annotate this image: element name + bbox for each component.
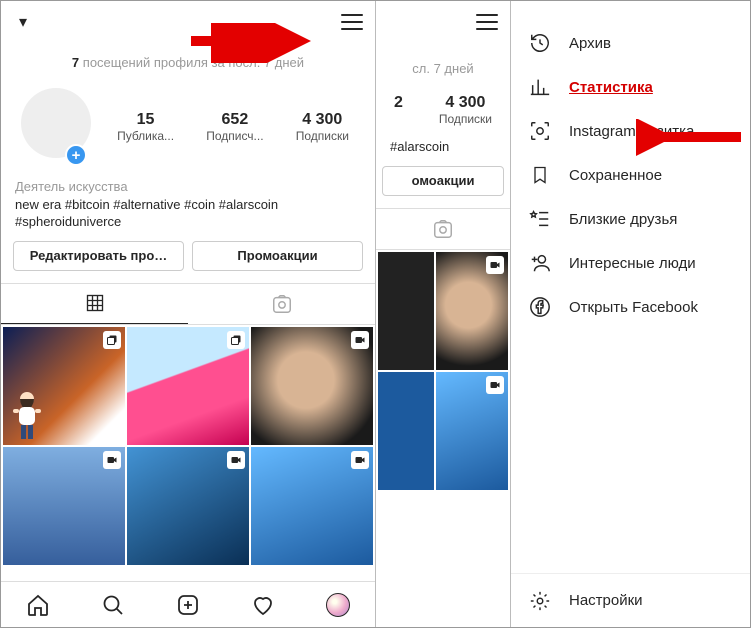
profile-screen-partial: сл. 7 дней 2 4 300Подписки #alarscoin ом…: [376, 1, 511, 627]
facebook-icon: [529, 296, 551, 318]
gear-icon: [529, 590, 551, 612]
post-thumbnail[interactable]: [3, 447, 125, 565]
posts-counter[interactable]: 15Публика...: [117, 111, 174, 143]
video-icon: [103, 451, 121, 469]
grid-tab[interactable]: [1, 284, 188, 324]
edit-profile-button[interactable]: Редактировать про…: [13, 241, 184, 271]
menu-item-facebook[interactable]: Открыть Facebook: [511, 285, 750, 329]
following-counter[interactable]: 4 300Подписки: [296, 111, 349, 143]
bookmark-icon: [529, 164, 551, 186]
followers-counter[interactable]: 2: [394, 94, 403, 126]
chart-icon: [529, 76, 551, 98]
star-list-icon: [529, 208, 551, 230]
chevron-down-icon: ▾: [19, 12, 27, 32]
post-thumbnail[interactable]: [436, 252, 508, 370]
home-icon[interactable]: [26, 593, 50, 617]
profile-nav-icon[interactable]: [326, 593, 350, 617]
tagged-icon: [432, 218, 454, 240]
menu-item-close-friends[interactable]: Близкие друзья: [511, 197, 750, 241]
add-story-button[interactable]: +: [65, 144, 87, 166]
profile-visits: 7 посещений профиля за посл. 7 дней: [1, 43, 375, 88]
profile-header: ▾: [1, 1, 375, 43]
clock-icon: [529, 32, 551, 54]
menu-button[interactable]: [341, 14, 363, 30]
options-menu: Архив Статистика Instagram-визитка Сохра…: [511, 1, 750, 627]
username-dropdown[interactable]: ▾: [13, 12, 341, 32]
video-icon: [351, 331, 369, 349]
post-thumbnail[interactable]: [3, 327, 125, 445]
search-icon[interactable]: [101, 593, 125, 617]
menu-item-archive[interactable]: Архив: [511, 21, 750, 65]
video-icon: [486, 256, 504, 274]
tagged-tab[interactable]: [376, 209, 510, 249]
promotions-button[interactable]: Промоакции: [192, 241, 363, 271]
video-icon: [486, 376, 504, 394]
post-thumbnail[interactable]: [251, 327, 373, 445]
tagged-icon: [271, 293, 293, 315]
followers-counter[interactable]: 652Подписч...: [206, 111, 263, 143]
tagged-tab[interactable]: [188, 284, 375, 324]
add-person-icon: [529, 252, 551, 274]
carousel-icon: [227, 331, 245, 349]
post-thumbnail[interactable]: [127, 447, 249, 565]
profile-stats: + 15Публика... 652Подписч... 4 300Подпис…: [1, 88, 375, 174]
menu-button[interactable]: [476, 14, 498, 30]
carousel-icon: [103, 331, 121, 349]
scan-icon: [529, 120, 551, 142]
following-counter[interactable]: 4 300Подписки: [439, 94, 492, 126]
post-thumbnail[interactable]: [251, 447, 373, 565]
promotions-button[interactable]: омоакции: [382, 166, 504, 196]
menu-item-nametag[interactable]: Instagram-визитка: [511, 109, 750, 153]
bottom-nav: [1, 581, 375, 627]
add-post-icon[interactable]: [176, 593, 200, 617]
grid-icon: [85, 293, 105, 313]
video-icon: [351, 451, 369, 469]
posts-grid: [1, 325, 375, 581]
menu-item-saved[interactable]: Сохраненное: [511, 153, 750, 197]
post-thumbnail[interactable]: [436, 372, 508, 490]
profile-tabs: [1, 283, 375, 325]
profile-bio: Деятель искусства new era #bitcoin #alte…: [1, 174, 375, 241]
menu-item-insights[interactable]: Статистика: [511, 65, 750, 109]
menu-item-discover-people[interactable]: Интересные люди: [511, 241, 750, 285]
menu-item-settings[interactable]: Настройки: [511, 573, 750, 627]
activity-icon[interactable]: [251, 593, 275, 617]
video-icon: [227, 451, 245, 469]
post-thumbnail[interactable]: [127, 327, 249, 445]
